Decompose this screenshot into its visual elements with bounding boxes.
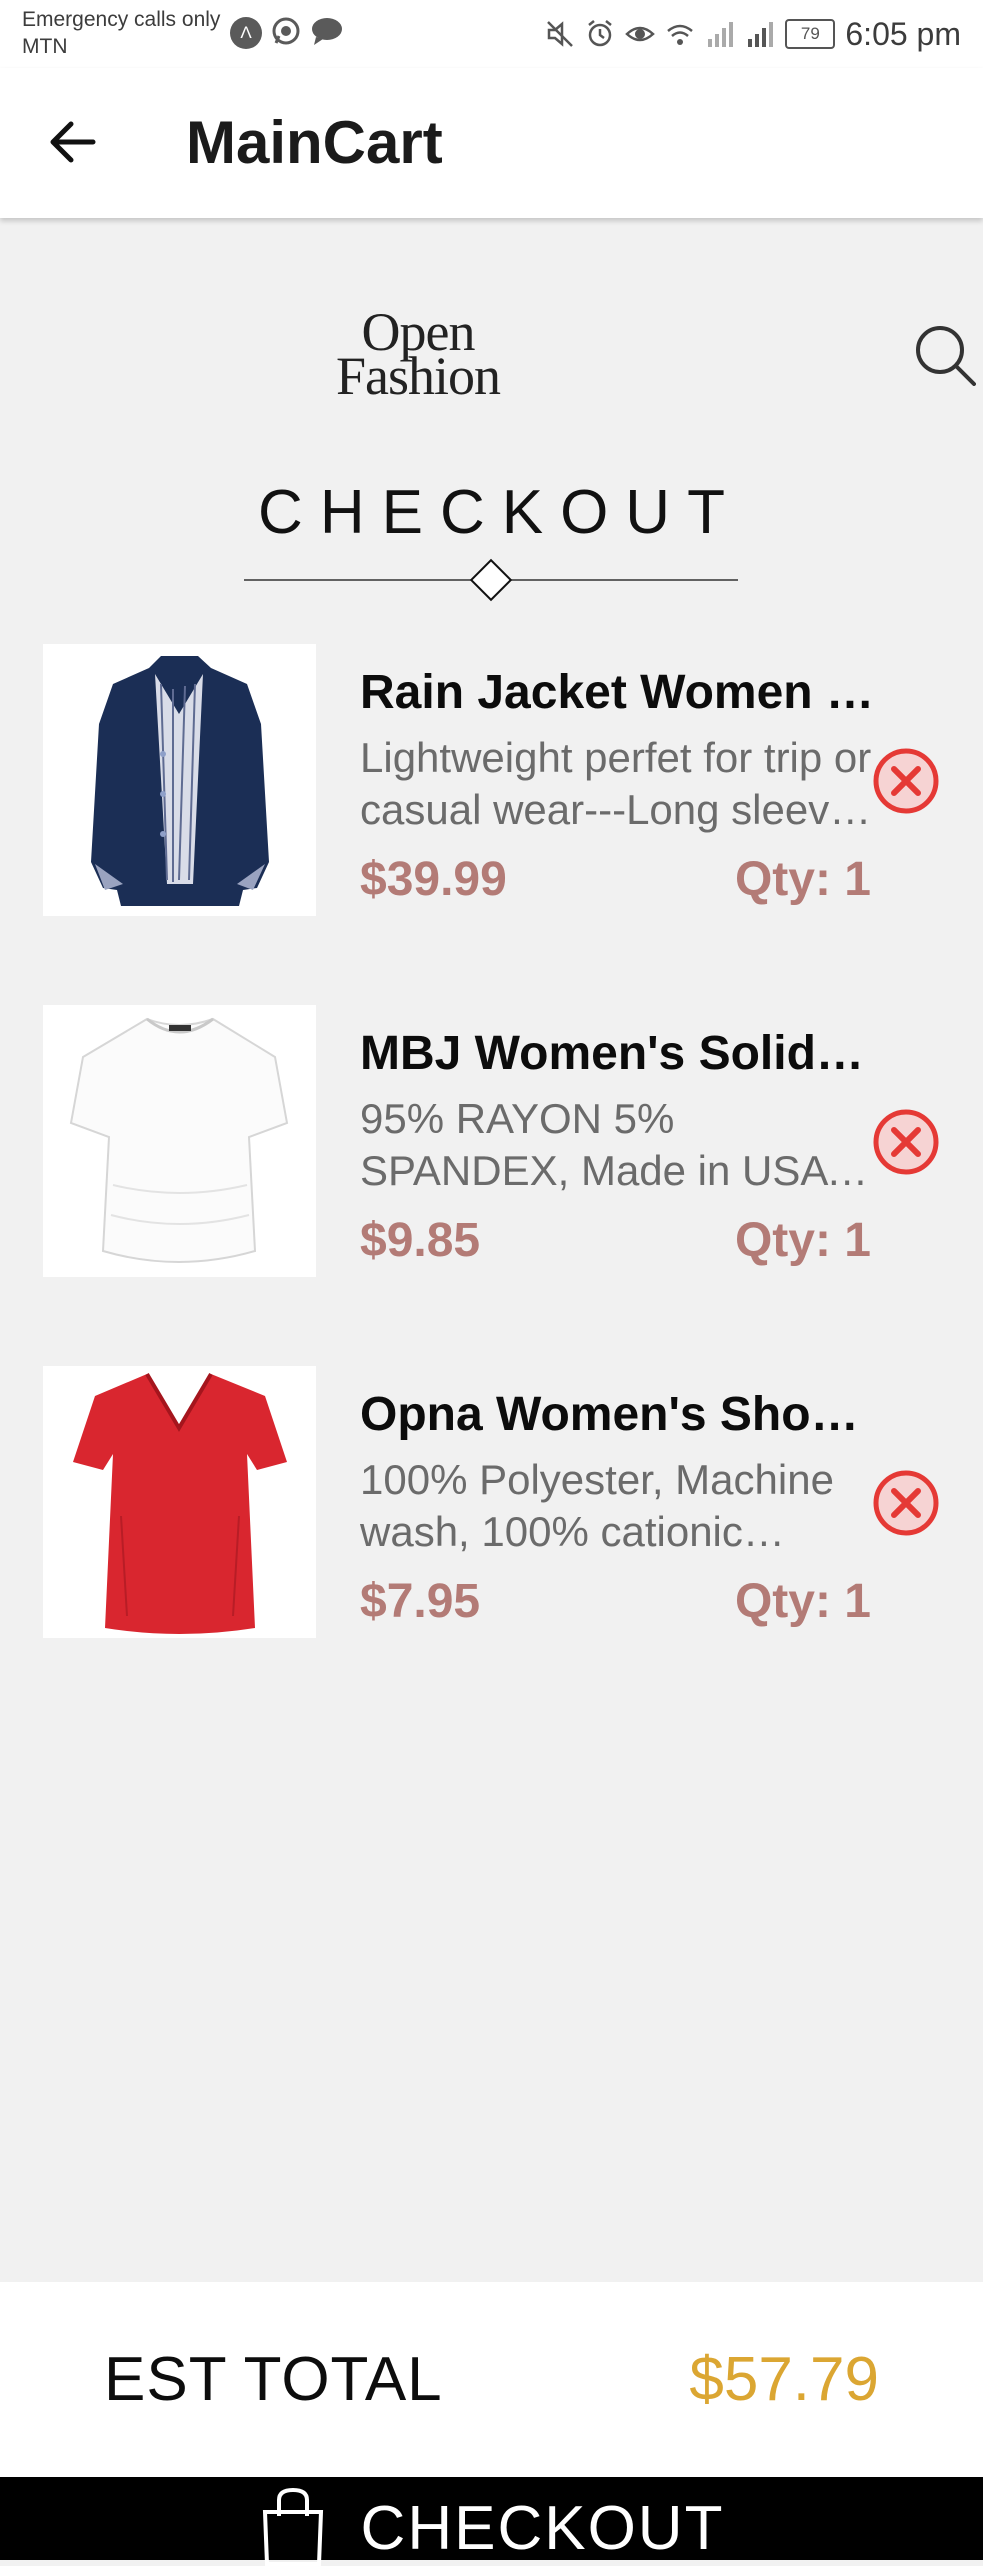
eye-icon xyxy=(625,26,656,42)
product-image-jacket[interactable] xyxy=(43,644,316,916)
search-button[interactable] xyxy=(912,322,976,386)
remove-circle-icon xyxy=(873,1470,939,1536)
mute-icon xyxy=(547,21,574,47)
shopping-bag-icon xyxy=(262,2487,323,2566)
search-icon xyxy=(916,326,976,386)
alarm-icon xyxy=(588,20,613,47)
remove-item-button[interactable] xyxy=(872,1469,940,1537)
cart-item[interactable]: Opna Women's Short Sleeve Moisture 100% … xyxy=(0,1366,983,1638)
carrier-line-2: MTN xyxy=(22,35,68,58)
remove-item-button[interactable] xyxy=(872,1108,940,1176)
product-name: MBJ Women's Solid Short Sleeve Boat Neck… xyxy=(360,1027,875,1080)
cart-item[interactable]: Rain Jacket Women Windbreaker Striped Cl… xyxy=(0,644,983,916)
product-description: 95% RAYON 5% SPANDEX, Made in USA or Imp… xyxy=(360,1095,827,1194)
signal-4g-icon xyxy=(748,22,774,47)
arrow-left-icon xyxy=(50,121,96,163)
section-title: CHECKOUT xyxy=(258,478,742,547)
message-icon xyxy=(310,15,344,52)
nav-icon: Λ xyxy=(230,17,262,49)
product-price: $7.95 xyxy=(360,1575,481,1628)
checkout-button[interactable]: CHECKOUT xyxy=(0,2477,983,2566)
product-name: Opna Women's Short Sleeve Moisture xyxy=(360,1388,875,1441)
product-description: 100% Polyester, Machine wash, 100% catio… xyxy=(360,1456,834,1555)
total-label: EST TOTAL xyxy=(104,2345,443,2414)
checkout-button-label: CHECKOUT xyxy=(360,2493,725,2563)
product-price: $9.85 xyxy=(360,1214,481,1267)
carrier-line-1: Emergency calls only xyxy=(22,8,221,31)
product-quantity: Qty: 1 xyxy=(734,1214,871,1267)
system-status: 79 6:05 pm xyxy=(545,12,961,56)
clock: 6:05 pm xyxy=(845,15,961,52)
product-quantity: Qty: 1 xyxy=(734,853,871,906)
whatsapp-icon xyxy=(270,15,302,52)
status-bar: Emergency calls only MTN Λ 79 6:05 pm xyxy=(0,0,983,68)
page-title: MainCart xyxy=(186,109,443,176)
logo-line-2: Fashion xyxy=(335,346,501,406)
total-bar: EST TOTAL $57.79 xyxy=(0,2282,983,2477)
title-divider xyxy=(244,558,738,602)
app-bar: MainCart xyxy=(0,68,983,218)
product-name: Rain Jacket Women Windbreaker Striped Cl… xyxy=(360,666,875,719)
cart-item[interactable]: MBJ Women's Solid Short Sleeve Boat Neck… xyxy=(0,1005,983,1277)
product-description: Lightweight perfet for trip or casual we… xyxy=(360,734,872,833)
product-image-vneck[interactable] xyxy=(43,1366,316,1638)
back-button[interactable] xyxy=(40,110,104,174)
remove-item-button[interactable] xyxy=(872,747,940,815)
product-quantity: Qty: 1 xyxy=(734,1575,871,1628)
notification-icons: Λ xyxy=(230,15,344,51)
remove-circle-icon xyxy=(873,1109,939,1175)
battery-icon: 79 xyxy=(785,19,836,49)
remove-circle-icon xyxy=(873,748,939,814)
brand-logo: Open Fashion xyxy=(300,305,536,406)
carrier-info: Emergency calls only MTN xyxy=(22,6,220,60)
product-image-tee[interactable] xyxy=(43,1005,316,1277)
signal-icon xyxy=(708,22,734,47)
total-value: $57.79 xyxy=(689,2345,879,2414)
product-price: $39.99 xyxy=(360,853,507,906)
wifi-icon xyxy=(667,24,694,45)
